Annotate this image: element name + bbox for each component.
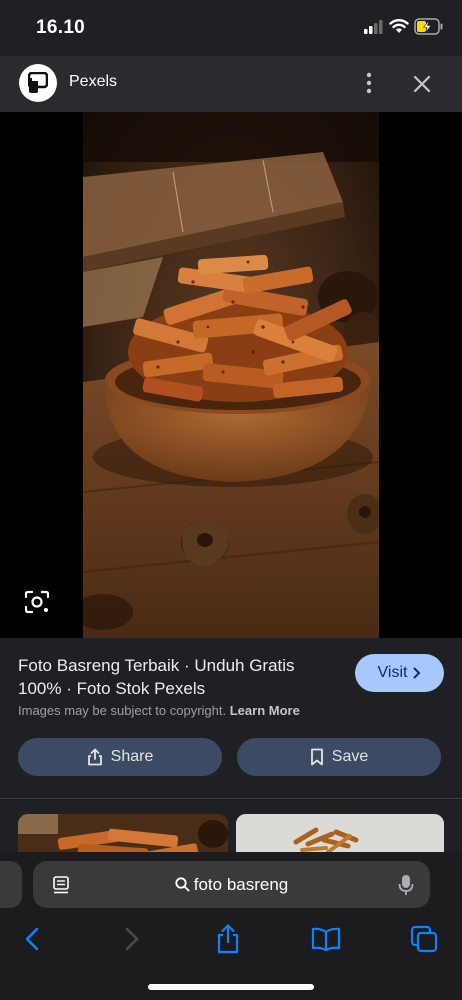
mic-icon[interactable] — [397, 874, 415, 896]
visit-button[interactable]: Visit — [355, 654, 444, 692]
bookmarks-button[interactable] — [311, 924, 341, 954]
share-sheet-icon — [217, 924, 239, 954]
related-image[interactable] — [236, 814, 444, 852]
pexels-logo-icon[interactable] — [19, 64, 57, 102]
result-info: Foto Basreng Terbaik · Unduh Gratis 100%… — [0, 638, 462, 798]
back-icon — [25, 927, 39, 951]
related-images — [0, 800, 462, 852]
site-name[interactable]: Pexels — [69, 73, 117, 91]
result-title[interactable]: Foto Basreng Terbaik · Unduh Gratis 100%… — [18, 654, 338, 700]
source-header: Pexels — [0, 56, 462, 112]
visit-label: Visit — [377, 664, 408, 681]
basreng-photo[interactable] — [83, 112, 379, 638]
close-icon[interactable] — [410, 72, 434, 96]
previous-tab-preview[interactable] — [0, 861, 22, 908]
related-image[interactable] — [18, 814, 228, 852]
query-text: foto basreng — [193, 874, 289, 894]
browser-toolbar: foto basreng — [0, 852, 462, 1000]
share-sheet-button[interactable] — [213, 924, 243, 954]
bookmark-icon — [310, 748, 323, 766]
tabs-button[interactable] — [409, 924, 439, 954]
lens-icon[interactable] — [24, 590, 50, 614]
forward-button[interactable] — [117, 924, 147, 954]
copyright-text: Images may be subject to copyright. — [18, 703, 227, 718]
save-button[interactable]: Save — [237, 738, 441, 776]
copyright-notice: Images may be subject to copyright. Lear… — [18, 703, 300, 718]
back-button[interactable] — [17, 924, 47, 954]
learn-more-link[interactable]: Learn More — [230, 703, 300, 718]
tabs-icon — [410, 925, 438, 953]
image-viewer — [0, 112, 462, 638]
chevron-right-icon — [413, 667, 421, 679]
search-query[interactable]: foto basreng — [33, 861, 430, 908]
search-icon — [175, 877, 190, 892]
status-bar: 16.10 — [0, 0, 462, 56]
forward-icon — [125, 927, 139, 951]
more-vert-icon[interactable] — [358, 70, 380, 96]
wifi-icon — [389, 19, 409, 33]
share-icon — [87, 748, 102, 766]
cellular-signal-icon — [364, 20, 383, 34]
save-label: Save — [331, 748, 369, 765]
share-label: Share — [110, 748, 154, 765]
bookmarks-icon — [311, 927, 341, 951]
home-indicator[interactable] — [148, 984, 314, 990]
battery-charging-icon — [414, 18, 443, 35]
divider — [0, 798, 462, 799]
status-time: 16.10 — [36, 17, 86, 38]
address-bar[interactable]: foto basreng — [33, 861, 430, 908]
share-button[interactable]: Share — [18, 738, 222, 776]
